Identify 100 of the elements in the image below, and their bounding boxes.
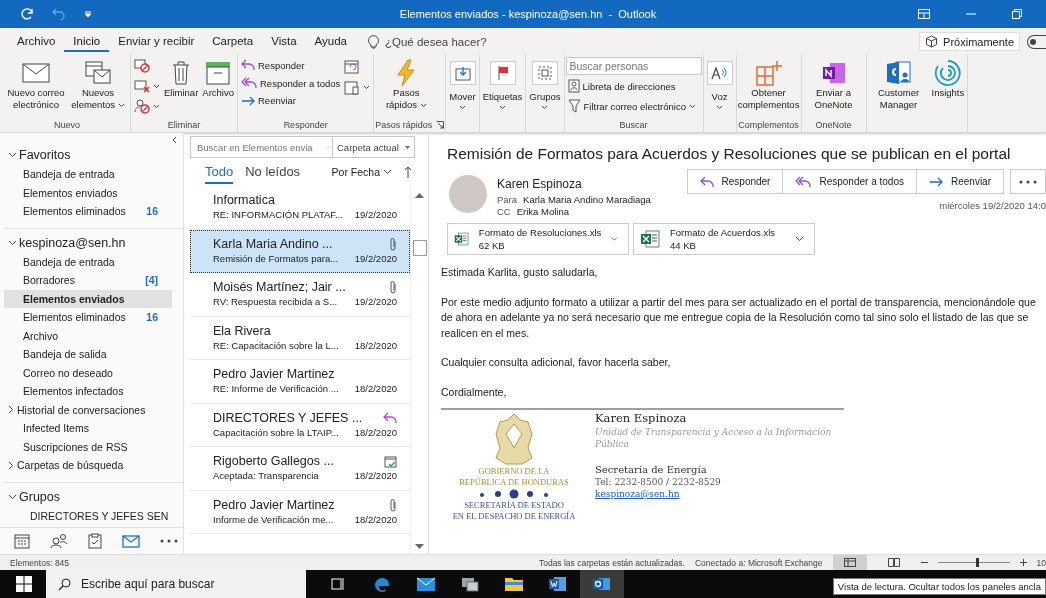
ribbon-button[interactable]: Customer Manager — [867, 57, 930, 113]
search-input[interactable]: Buscar en Elementos envia — [191, 140, 327, 154]
folder-item[interactable]: Carpetas de búsqueda — [4, 456, 172, 475]
action-button[interactable]: Responder a todos — [782, 169, 916, 194]
menu-tab[interactable]: Vista — [262, 31, 306, 52]
restore-icon[interactable] — [1012, 9, 1022, 19]
filter-tab[interactable]: No leídos — [245, 160, 301, 184]
scroll-up-icon[interactable] — [415, 192, 424, 198]
message-row[interactable]: Rigoberto Gallegos ... Aceptada: Transparencia 18/2/2020 — [190, 447, 410, 491]
folder-item[interactable]: Borradores [4] — [4, 271, 172, 290]
nav-button[interactable] — [48, 531, 70, 551]
message-row[interactable]: DIRECTORES Y JEFES ... Capacitación sobre la LTAIP... 18/2/2020 — [190, 403, 410, 447]
folder-item[interactable]: Bandeja de salida — [4, 345, 172, 364]
filter-tab[interactable]: Todo — [205, 160, 234, 184]
folder-item[interactable]: Suscripciones de RSS — [4, 437, 172, 456]
message-row[interactable]: Ela Rivera RE: Capacitación sobre la L... 18/2/2020 — [190, 316, 410, 360]
coming-soon-button[interactable]: Próximamente — [919, 32, 1020, 51]
sort-arrow-icon[interactable] — [404, 166, 412, 178]
ribbon-icon-button[interactable] — [132, 77, 162, 95]
ribbon-button[interactable]: Reenviar — [239, 93, 343, 108]
message-row[interactable]: Pedro Javier Martinez RE: Informe de Verificación ... 18/2/2020 — [190, 360, 410, 404]
action-button[interactable]: Responder — [686, 169, 783, 194]
folder-item[interactable]: Elementos enviados — [4, 183, 172, 202]
collapse-pane-icon[interactable] — [171, 136, 177, 144]
view-button[interactable] — [832, 555, 867, 570]
ribbon-button[interactable]: Pasos rápidos — [375, 57, 438, 113]
chevron-down-icon — [8, 152, 17, 158]
ribbon-button[interactable]: Voz — [704, 57, 735, 112]
folder-section-header[interactable]: Grupos — [4, 486, 64, 507]
ribbon-button[interactable]: Obtener complementos — [737, 57, 800, 113]
group-label: Buscar — [619, 120, 648, 130]
email-link[interactable]: kespinoza@sen.hn — [595, 488, 844, 500]
folder-item[interactable]: Bandeja de entrada — [4, 252, 172, 271]
logo-text: REPÚBLICA DE HONDURAS — [459, 477, 569, 488]
folder-item[interactable]: Archivo — [4, 326, 172, 345]
message-date: 18/2/2020 — [354, 339, 397, 351]
cc-label: CC — [497, 206, 511, 217]
attachment-card[interactable]: Formato de Resoluciones.xls 62 KB — [447, 223, 629, 255]
ribbon-button[interactable]: Mover — [447, 57, 478, 112]
folder-item[interactable]: Infected Items — [4, 419, 172, 438]
folder-section-header[interactable]: Favoritos — [4, 145, 75, 165]
forward-arrow-icon — [928, 176, 943, 187]
customize-toolbar-icon[interactable] — [84, 10, 92, 18]
ribbon-button[interactable]: Eliminar — [162, 57, 201, 101]
scrollbar[interactable] — [410, 186, 428, 554]
caret-icon — [404, 145, 410, 149]
ribbon-button[interactable]: Responder — [239, 57, 343, 73]
message-subject: Remisión de Formatos para... — [213, 252, 339, 264]
windows-logo-icon[interactable] — [16, 576, 32, 592]
tell-me-field[interactable]: ¿Qué desea hacer? — [384, 35, 487, 48]
message-row[interactable]: Karla Maria Andino ... Remisión de Formatos para... 19/2/2020 — [190, 229, 410, 273]
scroll-thumb[interactable] — [412, 240, 427, 256]
dialog-launcher-icon[interactable] — [436, 121, 445, 129]
ribbon-button[interactable]: Grupos — [527, 57, 563, 112]
ribbon-display-icon[interactable] — [918, 9, 930, 19]
message-row[interactable]: Informatica RE: INFORMACIÓN PLATAF... 19/2/2020 — [190, 186, 410, 230]
menu-tab[interactable]: Ayuda — [305, 31, 356, 52]
folder-item[interactable]: Elementos eliminados 16 — [4, 308, 172, 327]
taskbar-search-field[interactable]: Escribe aquí para buscar — [46, 570, 306, 598]
folder-item[interactable]: DIRECTORES Y JEFES SEN — [4, 506, 172, 525]
menu-tab[interactable]: Archivo — [8, 31, 65, 52]
ribbon-button[interactable]: Insights — [929, 57, 967, 101]
ribbon-button[interactable]: Responder a todos — [239, 75, 343, 91]
ribbon-button[interactable]: Enviar a OneNote — [802, 57, 865, 113]
lightbulb-icon — [367, 34, 379, 49]
message-row[interactable]: Moisés Martínez; Jair ... RV: Respuesta recibida a S... 19/2/2020 — [190, 273, 410, 317]
ribbon-button[interactable]: Nuevos elementos — [67, 57, 129, 113]
attachment-card[interactable]: Formato de Acuerdos.xls 44 KB — [633, 223, 815, 255]
ribbon-button[interactable]: Libreta de direcciones — [565, 77, 702, 95]
folder-item[interactable]: Elementos infectados — [4, 382, 172, 401]
nav-button[interactable] — [158, 537, 180, 545]
message-date: 19/2/2020 — [354, 252, 397, 264]
sort-dropdown[interactable]: Por Fecha — [331, 166, 392, 178]
folder-item[interactable]: Correo no deseado — [4, 363, 172, 382]
folder-section-header[interactable]: kespinoza@sen.hn — [4, 232, 130, 253]
ribbon-button[interactable]: Nuevo correo electrónico — [5, 57, 67, 113]
ribbon-icon-button[interactable] — [132, 97, 162, 116]
message-subject: Informe de Verificación me... — [213, 513, 334, 525]
menu-tab[interactable]: Carpeta — [203, 31, 263, 52]
action-button[interactable]: Reenviar — [915, 169, 1004, 194]
calendar-check-icon — [384, 454, 397, 468]
ribbon-button[interactable]: Etiquetas — [480, 57, 525, 112]
ribbon-button[interactable]: Filtrar correo electrónico — [565, 97, 702, 115]
nav-button[interactable] — [120, 532, 142, 550]
folder-item[interactable]: Elementos enviados — [4, 289, 172, 308]
search-people-field[interactable]: Buscar personas — [565, 57, 702, 75]
message-sender: Ela Rivera — [213, 323, 271, 338]
refresh-icon[interactable] — [20, 7, 34, 21]
search-field[interactable]: Buscar en Elementos envia — [190, 136, 333, 158]
menu-tab[interactable]: Inicio — [64, 31, 110, 52]
zoom-in-icon[interactable] — [1019, 559, 1027, 566]
folder-item[interactable]: Elementos eliminados 16 — [4, 202, 172, 221]
folder-item[interactable]: Bandeja de entrada — [4, 165, 172, 184]
menu-tab[interactable]: Enviar y recibir — [109, 31, 204, 52]
scope-dropdown[interactable]: Carpeta actual — [333, 136, 415, 158]
scroll-down-icon[interactable] — [415, 544, 424, 550]
message-row[interactable]: Pedro Javier Martinez Informe de Verificación me... 18/2/2020 — [190, 490, 410, 534]
ribbon-button[interactable]: Archivo — [200, 57, 236, 101]
nav-button[interactable] — [86, 531, 104, 551]
folder-item[interactable]: Historial de conversaciones — [4, 400, 172, 419]
